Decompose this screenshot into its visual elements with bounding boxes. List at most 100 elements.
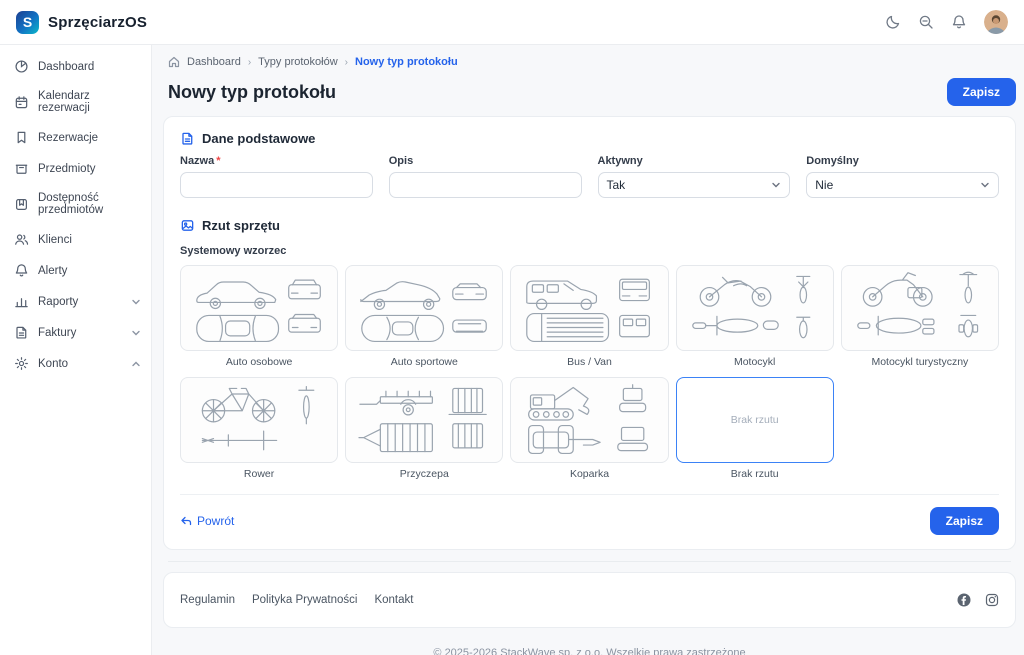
select-value: Tak: [607, 178, 626, 192]
empty-sketch-text: Brak rzutu: [731, 414, 779, 426]
save-button-top[interactable]: Zapisz: [947, 78, 1016, 106]
template-label: Motocykl turystyczny: [841, 356, 999, 368]
template-card-koparka[interactable]: Koparka: [510, 377, 668, 480]
page-title: Nowy typ protokołu: [168, 82, 336, 103]
vehicle-sketch-van: [510, 265, 668, 351]
section-basic-data: Dane podstawowe: [180, 131, 999, 146]
form-card: Dane podstawowe Nazwa* Opis Aktywny Tak: [163, 116, 1016, 550]
field-label: Nazwa*: [180, 155, 373, 167]
bell-icon[interactable]: [951, 14, 967, 30]
footer-links: Regulamin Polityka Prywatności Kontakt: [180, 594, 413, 606]
sidebar-item-label: Konto: [38, 358, 68, 370]
chevron-up-icon: [131, 359, 141, 369]
sidebar-item-przedmioty[interactable]: Przedmioty: [0, 153, 151, 184]
breadcrumb-separator: ›: [248, 57, 251, 68]
back-link[interactable]: Powrót: [180, 514, 234, 528]
field-aktywny: Aktywny Tak: [598, 155, 791, 198]
copyright-text: © 2025-2026 StackWave sp. z o.o. Wszelki…: [163, 647, 1016, 655]
footer-link-polityka[interactable]: Polityka Prywatności: [252, 594, 357, 606]
instagram-icon[interactable]: [985, 593, 999, 607]
sidebar-item-faktury[interactable]: Faktury: [0, 317, 151, 348]
bookmark-icon: [14, 130, 29, 145]
chevron-down-icon: [131, 297, 141, 307]
return-arrow-icon: [180, 515, 192, 527]
field-label: Domyślny: [806, 155, 999, 167]
template-label: Motocykl: [676, 356, 834, 368]
template-card-auto-osobowe[interactable]: Auto osobowe: [180, 265, 338, 368]
user-avatar[interactable]: [984, 10, 1008, 34]
sidebar-item-kalendarz-rezerwacji[interactable]: Kalendarz rezerwacji: [0, 82, 151, 122]
domyslny-select[interactable]: Nie: [806, 172, 999, 198]
nazwa-input[interactable]: [180, 172, 373, 198]
invoice-icon: [14, 325, 29, 340]
vehicle-sketch-sedan: [180, 265, 338, 351]
app-name: SprzęciarzOS: [48, 14, 147, 31]
sidebar-item-klienci[interactable]: Klienci: [0, 224, 151, 255]
template-card-auto-sportowe[interactable]: Auto sportowe: [345, 265, 503, 368]
app-logo: S: [16, 11, 39, 34]
breadcrumb-separator: ›: [345, 57, 348, 68]
template-card-rower[interactable]: Rower: [180, 377, 338, 480]
breadcrumb-item-current: Nowy typ protokołu: [355, 56, 458, 68]
content-separator: [168, 561, 1011, 562]
home-icon[interactable]: [168, 56, 180, 68]
template-card-motocykl[interactable]: Motocykl: [676, 265, 834, 368]
field-nazwa: Nazwa*: [180, 155, 373, 198]
field-label: Aktywny: [598, 155, 791, 167]
chevron-down-icon: [771, 180, 781, 190]
section-title: Rzut sprzętu: [202, 218, 280, 233]
sidebar-item-raporty[interactable]: Raporty: [0, 286, 151, 317]
moon-icon[interactable]: [885, 14, 901, 30]
footer-link-regulamin[interactable]: Regulamin: [180, 594, 235, 606]
sidebar-item-label: Rezerwacje: [38, 132, 98, 144]
sidebar-item-label: Dostępność przedmiotów: [38, 192, 141, 216]
sidebar-item-dashboard[interactable]: Dashboard: [0, 51, 151, 82]
sidebar-item-label: Kalendarz rezerwacji: [38, 90, 141, 114]
document-icon: [180, 131, 195, 146]
breadcrumb-item-dashboard[interactable]: Dashboard: [187, 56, 241, 68]
aktywny-select[interactable]: Tak: [598, 172, 791, 198]
template-label: Brak rzutu: [676, 468, 834, 480]
template-card-motocykl-turystyczny[interactable]: Motocykl turystyczny: [841, 265, 999, 368]
gear-icon: [14, 356, 29, 371]
sidebar-item-label: Raporty: [38, 296, 78, 308]
template-card-brak-rzutu[interactable]: Brak rzutu Brak rzutu: [676, 377, 834, 480]
system-template-label: Systemowy wzorzec: [180, 245, 999, 257]
template-card-bus-van[interactable]: Bus / Van: [510, 265, 668, 368]
image-icon: [180, 218, 195, 233]
template-grid: Auto osobowe Auto sportowe: [180, 265, 999, 480]
vehicle-sketch-trailer: [345, 377, 503, 463]
vehicle-sketch-sports-car: [345, 265, 503, 351]
sidebar-item-dostepnosc-przedmiotow[interactable]: Dostępność przedmiotów: [0, 184, 151, 224]
topbar: S SprzęciarzOS: [0, 0, 1024, 45]
back-link-label: Powrót: [197, 514, 234, 528]
sidebar-item-label: Przedmioty: [38, 163, 96, 175]
sidebar-item-alerty[interactable]: Alerty: [0, 255, 151, 286]
archive-box-icon: [14, 161, 29, 176]
magnifier-minus-icon[interactable]: [918, 14, 934, 30]
chevron-down-icon: [980, 180, 990, 190]
section-title: Dane podstawowe: [202, 131, 315, 146]
card-divider: [180, 494, 999, 495]
chevron-down-icon: [131, 328, 141, 338]
field-label: Opis: [389, 155, 582, 167]
select-value: Nie: [815, 178, 833, 192]
facebook-icon[interactable]: [957, 593, 971, 607]
pie-chart-icon: [14, 59, 29, 74]
brand[interactable]: S SprzęciarzOS: [16, 11, 147, 34]
footer-link-kontakt[interactable]: Kontakt: [374, 594, 413, 606]
breadcrumb-item-typy-protokolow[interactable]: Typy protokołów: [258, 56, 337, 68]
vehicle-sketch-motorcycle: [676, 265, 834, 351]
template-card-przyczepa[interactable]: Przyczepa: [345, 377, 503, 480]
sidebar-item-konto[interactable]: Konto: [0, 348, 151, 379]
save-button-bottom[interactable]: Zapisz: [930, 507, 999, 535]
empty-sketch-placeholder: Brak rzutu: [676, 377, 834, 463]
topbar-actions: [885, 10, 1008, 34]
social-icons: [957, 593, 999, 607]
template-label: Auto osobowe: [180, 356, 338, 368]
template-label: Rower: [180, 468, 338, 480]
vehicle-sketch-touring-motorcycle: [841, 265, 999, 351]
sidebar-item-rezerwacje[interactable]: Rezerwacje: [0, 122, 151, 153]
main-area: Dashboard › Typy protokołów › Nowy typ p…: [152, 45, 1024, 655]
opis-input[interactable]: [389, 172, 582, 198]
